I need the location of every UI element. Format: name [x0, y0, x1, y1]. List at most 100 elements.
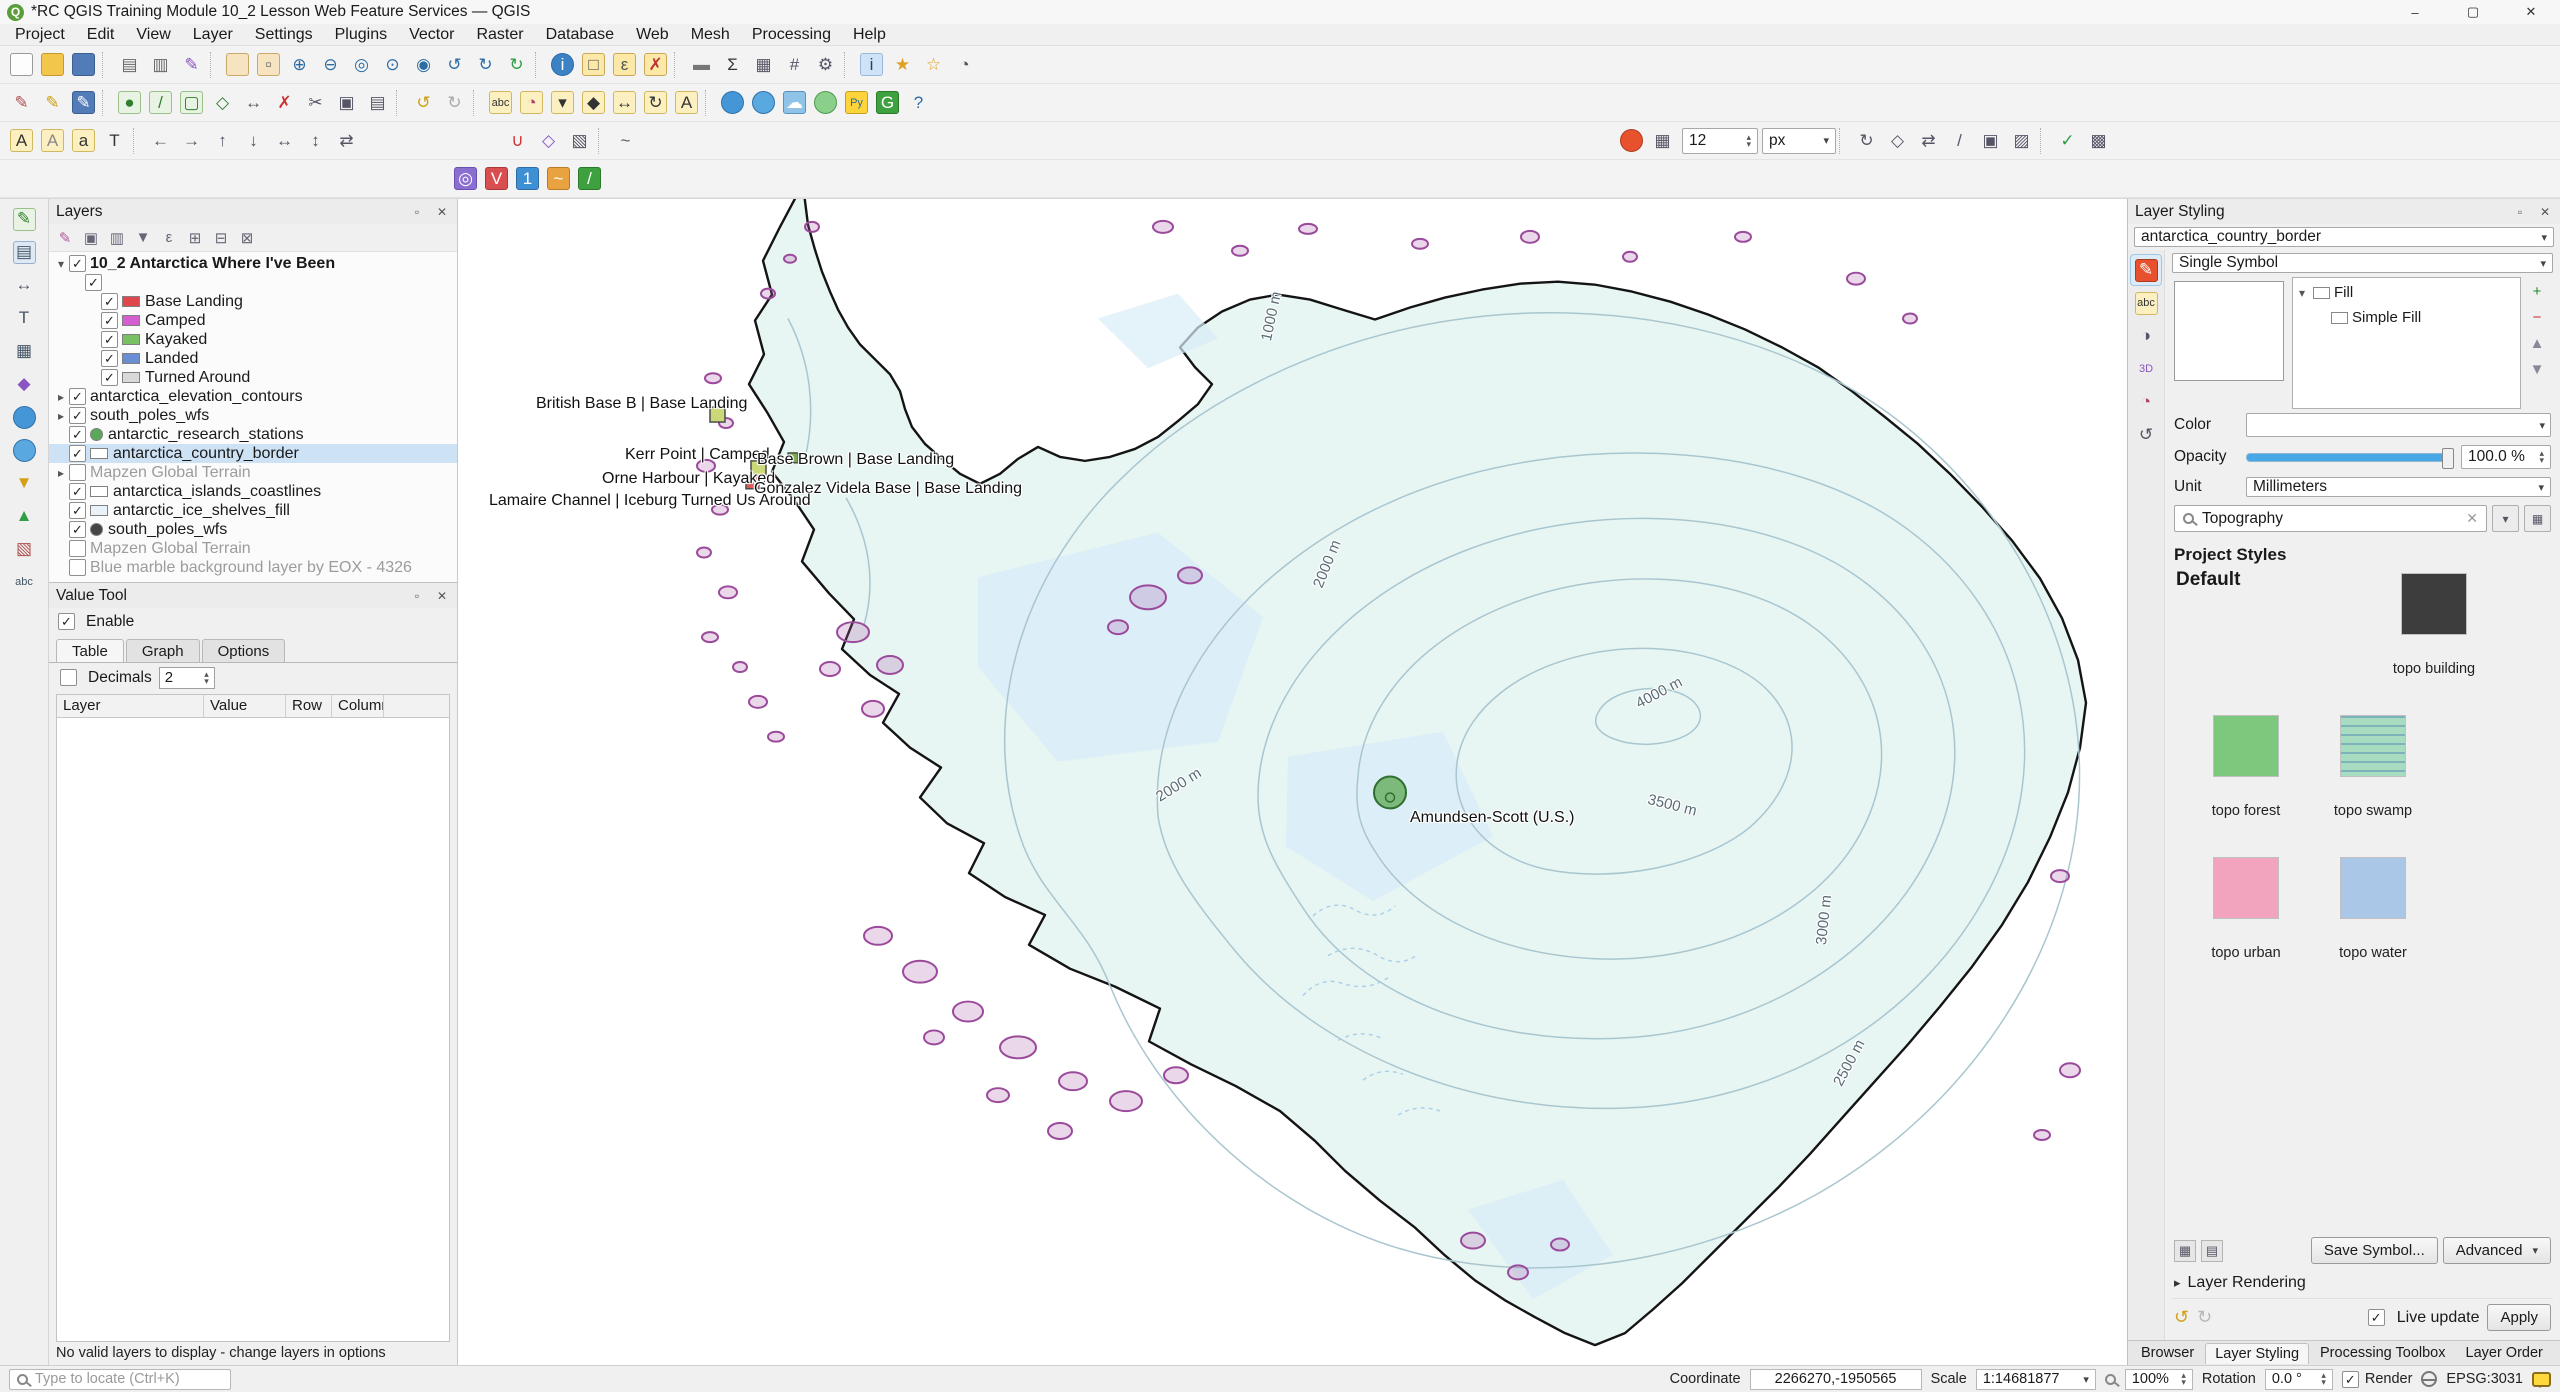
style-topo-forest-swatch[interactable]: [2213, 715, 2279, 777]
unit-combo[interactable]: Millimeters: [2246, 477, 2551, 497]
show-bookmarks-icon[interactable]: ☆: [918, 49, 949, 80]
messages-icon[interactable]: [2532, 1372, 2551, 1387]
column-header-row[interactable]: Row: [286, 695, 332, 717]
zoom-full-extent-icon[interactable]: ◎: [346, 49, 377, 80]
layer-antarctica-islands-coastlines[interactable]: ✓antarctica_islands_coastlines: [49, 482, 457, 501]
check-geometries-icon[interactable]: ✓: [2052, 125, 2083, 156]
menu-help[interactable]: Help: [842, 25, 897, 45]
move-up-symbol-layer-icon[interactable]: ▲: [2525, 331, 2549, 355]
layer-rendering-section[interactable]: Layer Rendering: [2172, 1268, 2553, 1298]
symbol-tree-fill-row[interactable]: ▾ Fill: [2295, 280, 2518, 305]
tab-layer-styling[interactable]: Layer Styling: [2205, 1343, 2309, 1364]
layer-visibility-checkbox[interactable]: ✓: [85, 274, 102, 291]
layer-antarctica-elevation-contours[interactable]: ▸✓antarctica_elevation_contours: [49, 387, 457, 406]
expand-arrow-icon[interactable]: ▸: [53, 466, 69, 480]
legend-landed[interactable]: ✓Landed: [49, 349, 457, 368]
add-symbol-layer-icon[interactable]: +: [2525, 279, 2549, 303]
layer-visibility-checkbox[interactable]: ✓: [101, 369, 118, 386]
redo-style-icon[interactable]: ↻: [2197, 1307, 2212, 1328]
filter-expression-icon[interactable]: ε: [156, 225, 182, 251]
paste-features-icon[interactable]: ▤: [362, 87, 393, 118]
split-features-icon[interactable]: /: [1944, 125, 1975, 156]
pin-labels-icon[interactable]: ▾: [547, 87, 578, 118]
distribute-horizontal-icon[interactable]: ↔: [269, 125, 300, 156]
layer-visibility-checkbox[interactable]: ✓: [101, 293, 118, 310]
vertex-tool-icon[interactable]: ◇: [207, 87, 238, 118]
layers-plugin-icon[interactable]: ▧: [7, 533, 41, 565]
renderer-combo[interactable]: Single Symbol: [2172, 253, 2553, 273]
coordinate-input[interactable]: 2266270,-1950565: [1750, 1369, 1922, 1390]
list-view-button[interactable]: [2201, 1240, 2223, 1262]
map-tips-icon[interactable]: i: [856, 49, 887, 80]
align-left-icon[interactable]: ←: [145, 125, 176, 156]
layer-diagram-icon[interactable]: ◔: [516, 87, 547, 118]
layer-visibility-checkbox[interactable]: [69, 559, 86, 576]
highlight-labels-icon[interactable]: ◆: [578, 87, 609, 118]
labels-tab-icon[interactable]: abc: [2131, 288, 2161, 318]
manage-map-themes-icon[interactable]: ▥: [104, 225, 130, 251]
layer-south-poles-wfs[interactable]: ▸✓south_poles_wfs: [49, 406, 457, 425]
offset-point-symbols-icon[interactable]: ◇: [1882, 125, 1913, 156]
zoom-to-layer-icon[interactable]: ⊙: [377, 49, 408, 80]
spinner-arrows-icon[interactable]: [2539, 450, 2544, 464]
expand-arrow-icon[interactable]: ▸: [53, 409, 69, 423]
color-picker[interactable]: [2246, 413, 2551, 437]
zoom-last-icon[interactable]: ↺: [439, 49, 470, 80]
svg-annotation-icon[interactable]: ◆: [7, 368, 41, 400]
label-rules-icon[interactable]: a: [68, 125, 99, 156]
menu-web[interactable]: Web: [625, 25, 680, 45]
menu-layer[interactable]: Layer: [182, 25, 244, 45]
live-update-checkbox[interactable]: ✓: [2368, 1309, 2385, 1326]
html-annotation-icon[interactable]: ▦: [7, 335, 41, 367]
layer-blue-marble[interactable]: Blue marble background layer by EOX - 43…: [49, 558, 457, 577]
save-layer-edits-icon[interactable]: ✎: [68, 87, 99, 118]
expand-arrow-icon[interactable]: ▾: [2295, 286, 2309, 300]
magnifier-spinner[interactable]: 100%: [2125, 1369, 2193, 1390]
identify-features-icon[interactable]: i: [547, 49, 578, 80]
close-button[interactable]: ✕: [2502, 0, 2560, 24]
style-manager-icon[interactable]: ✎: [176, 49, 207, 80]
current-edits-icon[interactable]: ✎: [6, 87, 37, 118]
spinner-arrows-icon[interactable]: [2181, 1372, 2186, 1386]
column-header-layer[interactable]: Layer: [57, 695, 204, 717]
menu-raster[interactable]: Raster: [465, 25, 534, 45]
new-print-layout-icon[interactable]: ▤: [114, 49, 145, 80]
expand-all-icon[interactable]: ⊞: [182, 225, 208, 251]
symbol-tree-simple-fill-row[interactable]: Simple Fill: [2295, 305, 2518, 330]
cut-features-icon[interactable]: ✂: [300, 87, 331, 118]
refresh-map-icon[interactable]: ↻: [501, 49, 532, 80]
python-console-icon[interactable]: Py: [841, 87, 872, 118]
coordinate-capture-icon[interactable]: ◎: [450, 163, 481, 194]
grid-options-icon[interactable]: ▦: [1647, 125, 1678, 156]
tab-browser[interactable]: Browser: [2132, 1343, 2203, 1363]
tab-layer-order[interactable]: Layer Order: [2457, 1343, 2552, 1363]
advanced-digitizing-icon[interactable]: ▧: [564, 125, 595, 156]
style-topo-urban-swatch[interactable]: [2213, 857, 2279, 919]
distribute-vertical-icon[interactable]: ↕: [300, 125, 331, 156]
menu-mesh[interactable]: Mesh: [680, 25, 741, 45]
delete-selected-icon[interactable]: ✗: [269, 87, 300, 118]
open-layer-styling-icon[interactable]: ✎: [52, 225, 78, 251]
grass-tools-icon[interactable]: G: [872, 87, 903, 118]
legend-turned-around[interactable]: ✓Turned Around: [49, 368, 457, 387]
menu-processing[interactable]: Processing: [741, 25, 842, 45]
symbology-tab-icon[interactable]: ✎: [2131, 255, 2161, 285]
float-panel-icon[interactable]: [409, 204, 425, 220]
tab-processing-toolbox[interactable]: Processing Toolbox: [2311, 1343, 2454, 1363]
add-polygon-feature-icon[interactable]: ▢: [176, 87, 207, 118]
collapse-all-icon[interactable]: ⊟: [208, 225, 234, 251]
profile-tool-icon[interactable]: ~: [543, 163, 574, 194]
column-header-column[interactable]: Column: [332, 695, 384, 717]
rotation-spinner[interactable]: 0.0 °: [2265, 1369, 2333, 1390]
form-annotation-icon[interactable]: ▤: [7, 236, 41, 268]
move-feature-icon[interactable]: ↔: [238, 87, 269, 118]
select-by-expression-icon[interactable]: ε: [609, 49, 640, 80]
layer-visibility-checkbox[interactable]: ✓: [69, 388, 86, 405]
layer-antarctic-research-stations[interactable]: ✓antarctic_research_stations: [49, 425, 457, 444]
clear-search-icon[interactable]: ✕: [2466, 510, 2478, 527]
map-canvas[interactable]: British Base B | Base Landing Kerr Point…: [458, 199, 2127, 1365]
add-feature-icon[interactable]: ✎: [7, 203, 41, 235]
layer-south-poles-wfs-2[interactable]: ✓south_poles_wfs: [49, 520, 457, 539]
legend-kayaked[interactable]: ✓Kayaked: [49, 330, 457, 349]
layer-mapzen-global-terrain-1[interactable]: ▸Mapzen Global Terrain: [49, 463, 457, 482]
